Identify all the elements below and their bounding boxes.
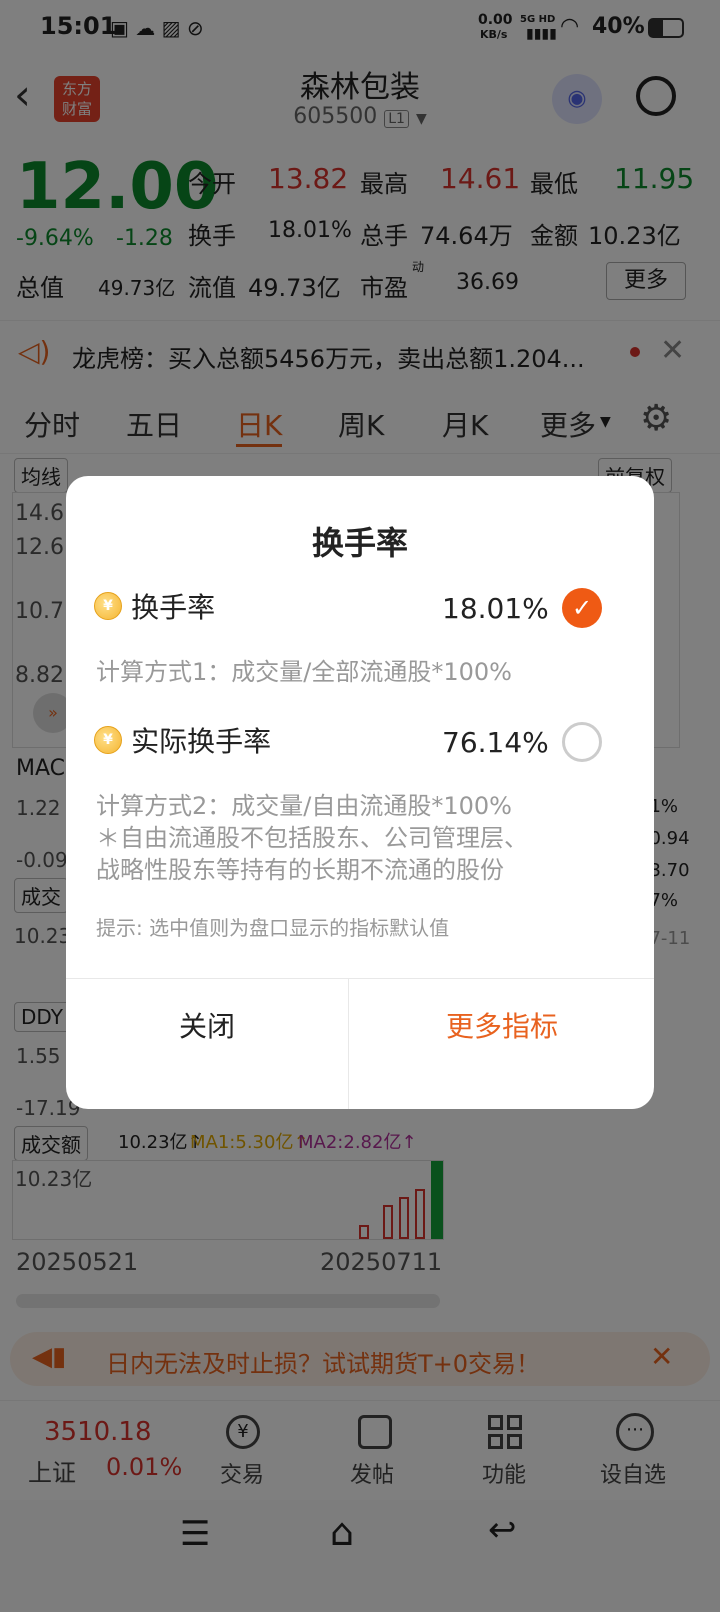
coin-icon: ¥ (94, 726, 122, 754)
unchecked-icon[interactable] (562, 722, 602, 762)
option-turnover[interactable]: ¥ 换手率 18.01% ✓ (94, 586, 634, 636)
dialog-title: 换手率 (311, 524, 408, 562)
option-desc: 计算方式1：成交量/全部流通股*100% (96, 658, 512, 686)
option-value: 76.14% (442, 726, 549, 759)
coin-icon: ¥ (94, 592, 122, 620)
option-note: 战略性股东等持有的长期不流通的股份 (96, 856, 504, 884)
close-button[interactable]: 关闭 (66, 979, 349, 1109)
option-desc: 计算方式2：成交量/自由流通股*100% (96, 792, 512, 820)
dialog-tip: 提示: 选中值则为盘口显示的指标默认值 (96, 916, 450, 940)
option-label: 换手率 (131, 591, 216, 624)
option-label: 实际换手率 (131, 725, 272, 758)
turnover-dialog: 换手率 ¥ 换手率 18.01% ✓ 计算方式1：成交量/全部流通股*100% … (66, 476, 654, 1109)
option-note: ＊自由流通股不包括股东、公司管理层、 (96, 824, 528, 852)
option-value: 18.01% (442, 592, 549, 625)
checked-icon[interactable]: ✓ (562, 588, 602, 628)
more-indicators-button[interactable]: 更多指标 (350, 979, 654, 1109)
option-actual-turnover[interactable]: ¥ 实际换手率 76.14% (94, 720, 634, 770)
